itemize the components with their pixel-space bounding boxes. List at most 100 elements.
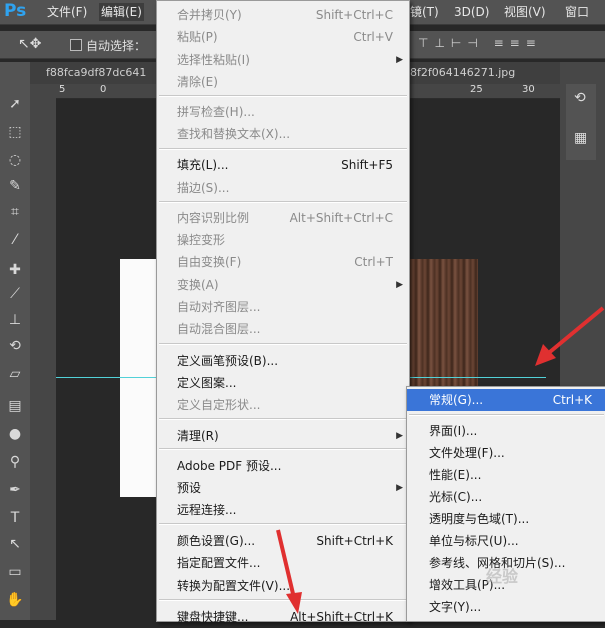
vertical-ruler <box>30 84 56 620</box>
menu-separator <box>159 201 407 203</box>
menu-item-label: 自动混合图层... <box>177 322 261 336</box>
tab-document-2[interactable]: 8f2f064146271.jpg <box>410 66 515 79</box>
edit-menu-item[interactable]: 合并拷贝(Y) Shift+Ctrl+C <box>157 4 409 26</box>
menu-file[interactable]: 文件(F) <box>47 3 87 21</box>
blur-tool-icon[interactable]: ● <box>4 424 26 444</box>
move-tool-icon[interactable]: ➚ <box>4 94 26 114</box>
menu-item-label: 自由变换(F) <box>177 255 242 269</box>
eraser-tool-icon[interactable]: ▱ <box>4 364 26 384</box>
preferences-menu-item[interactable]: 单位与标尺(U)... <box>407 530 605 552</box>
edit-menu-item[interactable]: 键盘快捷键... Alt+Shift+Ctrl+K <box>157 606 409 628</box>
menu-item-label: 定义图案... <box>177 376 237 390</box>
menu-item-shortcut: Shift+Ctrl+K <box>316 534 393 548</box>
edit-menu-item[interactable]: 定义图案... <box>157 372 409 394</box>
edit-menu-item[interactable]: 选择性粘贴(I) ▶ <box>157 49 409 71</box>
marquee-tool-icon[interactable]: ⬚ <box>4 122 26 142</box>
edit-menu-item[interactable]: 定义画笔预设(B)... <box>157 350 409 372</box>
preferences-menu-item[interactable]: 界面(I)... <box>407 420 605 442</box>
menu-separator <box>159 148 407 150</box>
menu-item-label: 操控变形 <box>177 233 226 247</box>
quick-select-icon[interactable]: ✎ <box>4 176 26 196</box>
ruler-tick: 5 <box>59 84 66 95</box>
document-canvas[interactable] <box>120 259 160 497</box>
align-icons[interactable]: ⊤⊥⊢⊣ ≡≡≡ <box>418 36 542 50</box>
menu-separator <box>159 599 407 601</box>
menu-item-label: 颜色设置(G)... <box>177 534 256 548</box>
edit-menu-item[interactable]: 指定配置文件... <box>157 552 409 574</box>
edit-menu-item[interactable]: 变换(A) ▶ <box>157 274 409 296</box>
preferences-menu-item[interactable]: 常规(G)... Ctrl+K <box>407 389 605 411</box>
edit-menu-item[interactable]: 预设 ▶ <box>157 477 409 499</box>
photoshop-logo: Ps <box>4 1 27 21</box>
preferences-menu-item[interactable]: 文字(Y)... <box>407 596 605 618</box>
edit-menu-item[interactable]: 自由变换(F) Ctrl+T <box>157 251 409 273</box>
menu-item-label: 透明度与色域(T)... <box>429 512 530 526</box>
auto-select-label: 自动选择： <box>86 39 147 53</box>
history-panel-icon[interactable]: ⟲ <box>574 90 586 106</box>
menu-item-label: 指定配置文件... <box>177 556 261 570</box>
menu-filter[interactable]: 镜(T) <box>410 3 439 21</box>
menu-item-label: 清除(E) <box>177 75 218 89</box>
type-tool-icon[interactable]: T <box>4 508 26 528</box>
ruler-tick: 0 <box>100 84 107 95</box>
edit-menu-item[interactable]: 粘贴(P) Ctrl+V <box>157 26 409 48</box>
menu-item-shortcut: Alt+Shift+Ctrl+K <box>290 610 393 624</box>
menu-item-label: 远程连接... <box>177 503 237 517</box>
edit-menu-item[interactable]: 远程连接... <box>157 499 409 521</box>
edit-menu-item[interactable]: 自动对齐图层... <box>157 296 409 318</box>
eyedropper-icon[interactable]: ⁄ <box>4 230 26 250</box>
edit-menu-item[interactable]: 自动混合图层... <box>157 318 409 340</box>
preferences-menu-item[interactable]: 性能(E)... <box>407 464 605 486</box>
submenu-arrow-icon: ▶ <box>396 483 403 493</box>
tab-document-1[interactable]: f88fca9df87dc641 <box>46 66 146 79</box>
edit-menu-item[interactable]: 拼写检查(H)... <box>157 101 409 123</box>
submenu-arrow-icon: ▶ <box>396 280 403 290</box>
shape-tool-icon[interactable]: ▭ <box>4 562 26 582</box>
edit-menu-item[interactable]: 查找和替换文本(X)... <box>157 123 409 145</box>
preferences-menu-item[interactable]: 光标(C)... <box>407 486 605 508</box>
menu-item-label: 单位与标尺(U)... <box>429 534 519 548</box>
menu-item-shortcut: Ctrl+V <box>353 30 393 44</box>
dodge-tool-icon[interactable]: ⚲ <box>4 452 26 472</box>
history-brush-icon[interactable]: ⟲ <box>4 336 26 356</box>
hand-tool-icon[interactable]: ✋ <box>4 590 26 610</box>
auto-select-checkbox[interactable] <box>70 39 82 51</box>
tools-panel: ➚ ⬚ ◌ ✎ ⌗ ⁄ ✚ ⟋ ⊥ ⟲ ▱ ▤ ● ⚲ ✒ T ↖ ▭ ✋ <box>0 62 31 620</box>
pen-tool-icon[interactable]: ✒ <box>4 480 26 500</box>
menu-separator <box>159 448 407 450</box>
edit-menu-item[interactable]: 填充(L)... Shift+F5 <box>157 154 409 176</box>
menu-edit[interactable]: 编辑(E) <box>99 3 144 21</box>
stamp-tool-icon[interactable]: ⊥ <box>4 310 26 330</box>
preferences-menu-item[interactable]: 文件处理(F)... <box>407 442 605 464</box>
menu-item-label: 预设 <box>177 481 202 495</box>
menu-item-label: 变换(A) <box>177 278 219 292</box>
edit-menu-item[interactable]: 操控变形 <box>157 229 409 251</box>
move-tool-icon[interactable]: ↖✥ <box>18 36 41 52</box>
crop-tool-icon[interactable]: ⌗ <box>4 202 26 222</box>
menu-item-label: 粘贴(P) <box>177 30 218 44</box>
menu-separator <box>409 414 604 416</box>
properties-panel-icon[interactable]: ▦ <box>574 130 587 146</box>
edit-menu-item[interactable]: 描边(S)... <box>157 177 409 199</box>
menu-view[interactable]: 视图(V) <box>504 3 546 21</box>
menu-item-label: 内容识别比例 <box>177 211 250 225</box>
edit-menu-item[interactable]: Adobe PDF 预设... <box>157 455 409 477</box>
edit-menu-item[interactable]: 清除(E) <box>157 71 409 93</box>
edit-menu-item[interactable]: 转换为配置文件(V)... <box>157 575 409 597</box>
healing-brush-icon[interactable]: ✚ <box>4 260 26 280</box>
preferences-menu-item[interactable]: 透明度与色域(T)... <box>407 508 605 530</box>
menu-3d[interactable]: 3D(D) <box>454 3 489 21</box>
edit-menu-item[interactable]: 清理(R) ▶ <box>157 425 409 447</box>
menu-window[interactable]: 窗口 <box>565 3 589 21</box>
edit-menu-item[interactable]: 内容识别比例 Alt+Shift+Ctrl+C <box>157 207 409 229</box>
edit-menu-item[interactable]: 颜色设置(G)... Shift+Ctrl+K <box>157 530 409 552</box>
wood-texture-image <box>410 259 478 387</box>
lasso-tool-icon[interactable]: ◌ <box>4 150 26 170</box>
gradient-tool-icon[interactable]: ▤ <box>4 396 26 416</box>
submenu-arrow-icon: ▶ <box>396 431 403 441</box>
menu-item-label: 定义画笔预设(B)... <box>177 354 279 368</box>
menu-item-shortcut: Ctrl+T <box>354 255 393 269</box>
path-select-icon[interactable]: ↖ <box>4 534 26 554</box>
brush-tool-icon[interactable]: ⟋ <box>4 284 26 304</box>
edit-menu-item[interactable]: 定义自定形状... <box>157 394 409 416</box>
